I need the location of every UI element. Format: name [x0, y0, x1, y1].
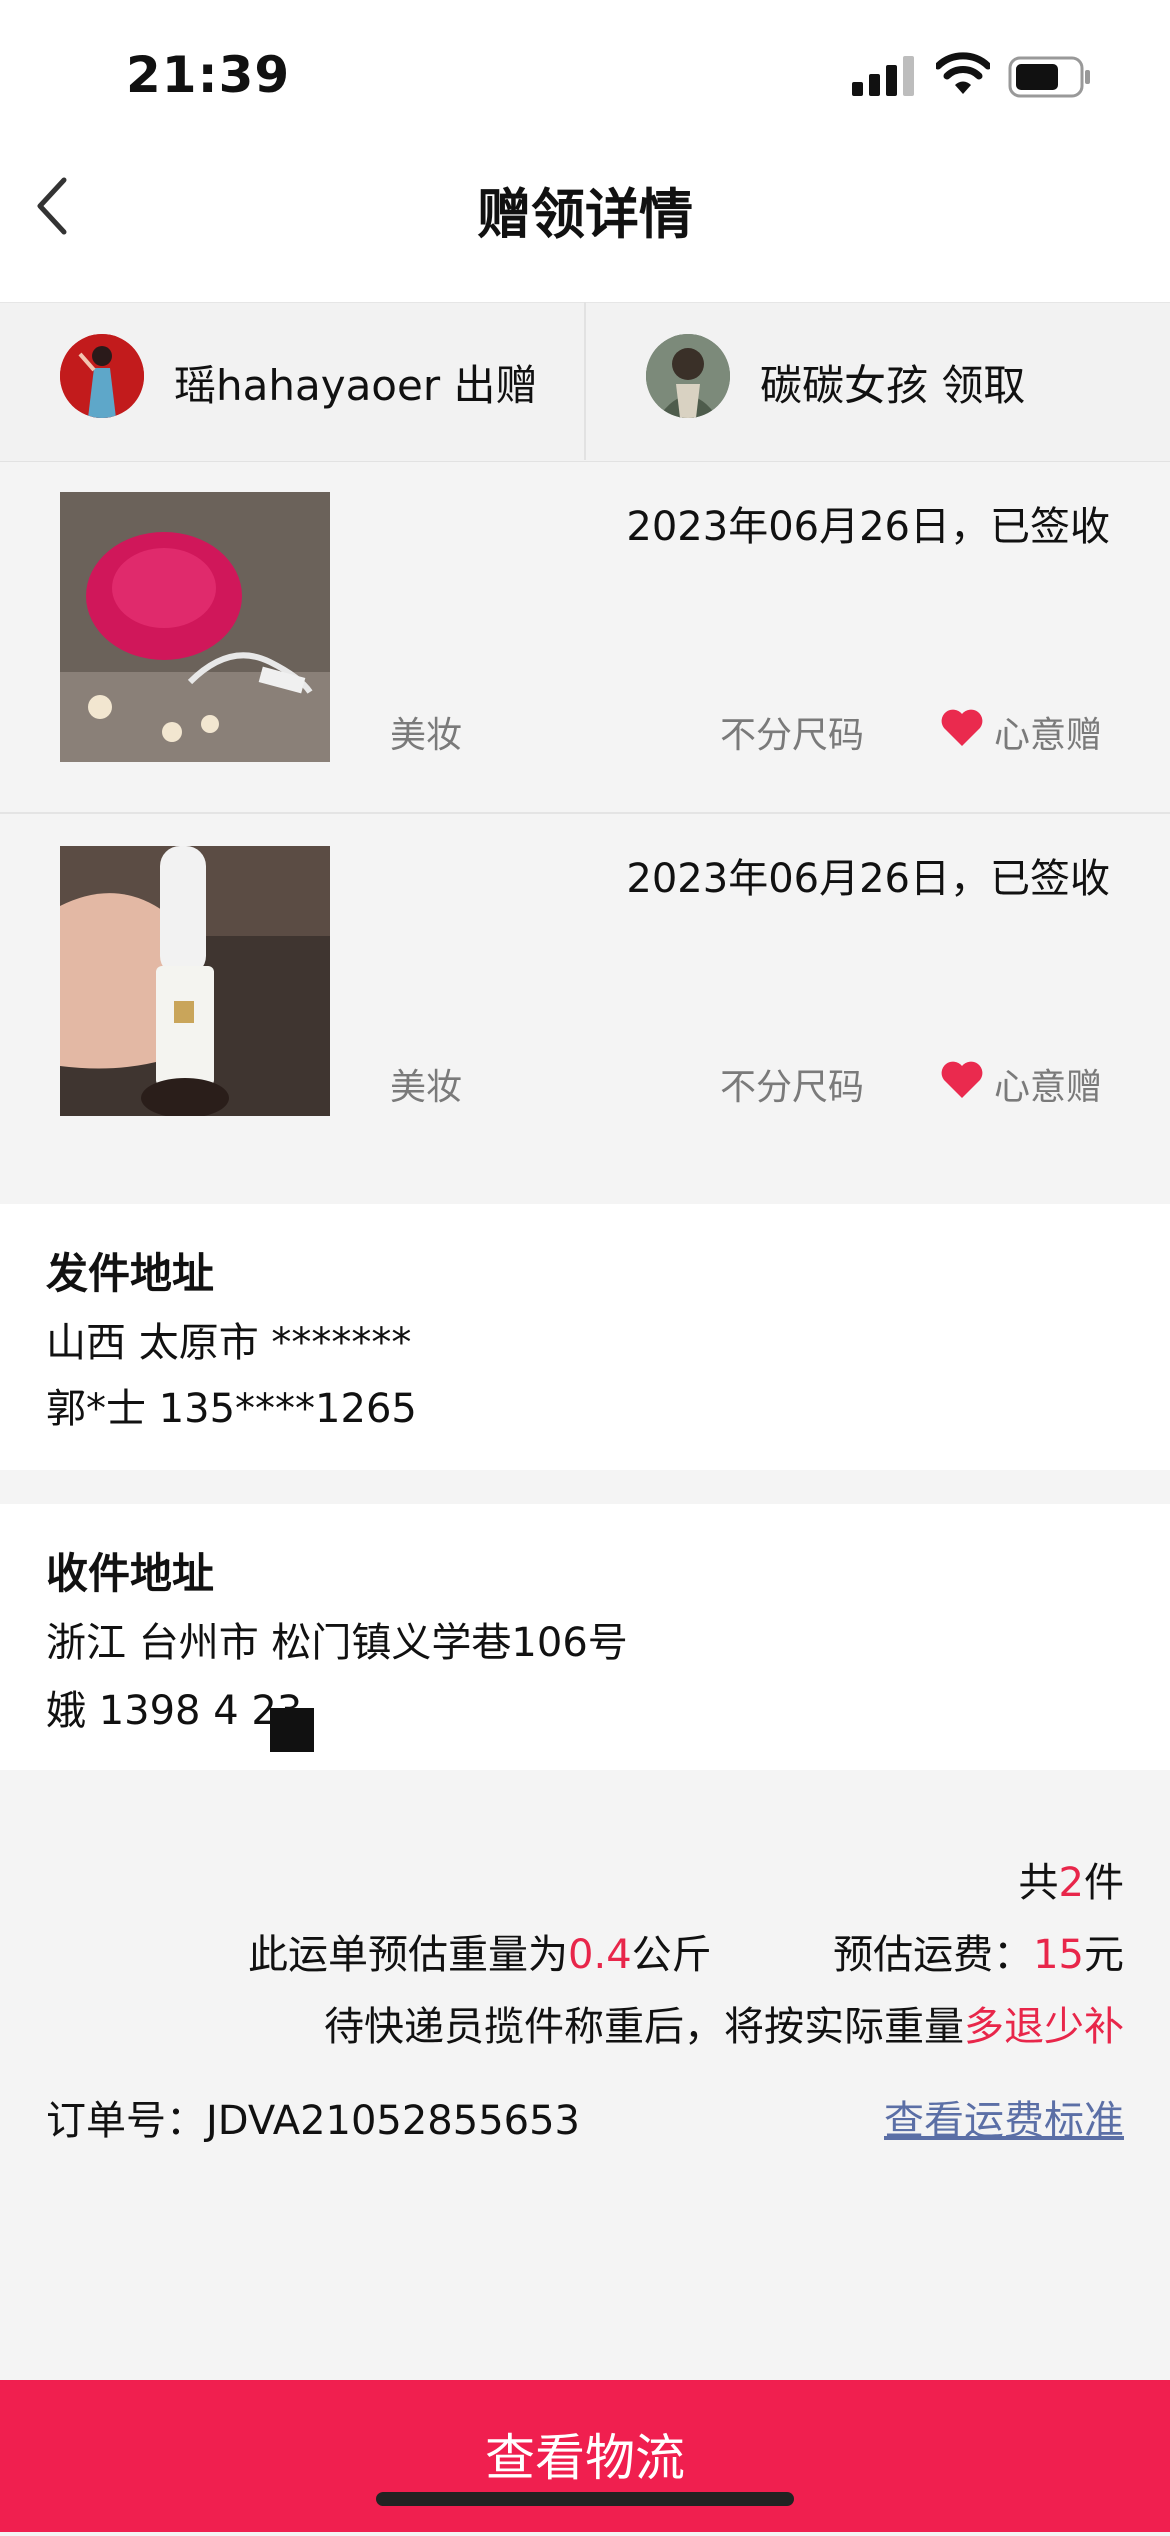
- item-thumbnail[interactable]: [60, 846, 330, 1116]
- sender-address: 山西 太原市 *******: [46, 1320, 412, 1366]
- item-count: 共2件: [1019, 1850, 1124, 1908]
- page-title: 赠领详情: [477, 183, 693, 246]
- giver-label: 瑶hahayaoer 出赠: [174, 352, 538, 413]
- giver-avatar[interactable]: [60, 334, 144, 418]
- giver-name: 瑶hahayaoer: [174, 361, 441, 410]
- divider: [584, 302, 586, 460]
- weigh-note: 待快递员揽件称重后，将按实际重量多退少补: [324, 1994, 1124, 2052]
- heart-icon: [941, 709, 983, 746]
- note-highlight: 多退少补: [964, 2004, 1124, 2050]
- weight-value: 0.4: [568, 1932, 632, 1978]
- home-indicator: [376, 2492, 794, 2506]
- item-category: 美妆: [390, 1067, 463, 1108]
- item-gift-type: 心意赠: [994, 715, 1103, 756]
- giver-action: 出赠: [453, 361, 538, 410]
- order-label: 订单号：: [46, 2098, 206, 2144]
- view-logistics-button[interactable]: 查看物流: [0, 2380, 1170, 2532]
- item-date-status: 2023年06月26日，已签收: [626, 856, 1110, 902]
- receiver-title: 收件地址: [46, 1549, 215, 1598]
- weight-prefix: 此运单预估重量为: [248, 1932, 569, 1978]
- sender-contact: 郭*士 135****1265: [46, 1386, 417, 1432]
- status-time: 21:39: [126, 46, 291, 104]
- receiver-avatar[interactable]: [646, 334, 730, 418]
- wifi-icon: [936, 52, 990, 94]
- redaction-mark: [270, 1708, 314, 1752]
- sender-title: 发件地址: [46, 1249, 215, 1298]
- order-value: JDVA21052855653: [206, 2098, 581, 2144]
- receiver-name: 碳碳女孩: [760, 361, 929, 410]
- order-number: 订单号：JDVA21052855653: [46, 2088, 580, 2146]
- item-category: 美妆: [390, 715, 463, 756]
- fee-standard-link[interactable]: 查看运费标准: [884, 2088, 1124, 2146]
- heart-icon: [941, 1061, 983, 1098]
- count-suffix: 件: [1084, 1860, 1124, 1906]
- cellular-signal-icon: [852, 56, 914, 96]
- receiver-address: 浙江 台州市 松门镇义学巷106号: [46, 1620, 628, 1666]
- item-thumbnail[interactable]: [60, 492, 330, 762]
- item-gift-type: 心意赠: [994, 1067, 1103, 1108]
- receiver-contact: 娥 1398 4 23: [46, 1688, 303, 1734]
- count-prefix: 共: [1018, 1860, 1059, 1906]
- weight-fee-line: 此运单预估重量为0.4公斤 预估运费：15元: [248, 1922, 1124, 1980]
- note-prefix: 待快递员揽件称重后，将按实际重量: [324, 2004, 964, 2050]
- battery-icon: [1008, 56, 1090, 98]
- fee-value: 15: [1033, 1932, 1084, 1978]
- count-value: 2: [1058, 1860, 1084, 1906]
- item-size: 不分尺码: [720, 1067, 865, 1108]
- item-size: 不分尺码: [720, 715, 865, 756]
- fee-suffix: 元: [1084, 1932, 1124, 1978]
- weight-suffix: 公斤: [631, 1932, 712, 1978]
- item-date-status: 2023年06月26日，已签收: [626, 504, 1110, 550]
- fee-prefix: 预估运费：: [833, 1932, 1034, 1978]
- receiver-action: 领取: [941, 361, 1026, 410]
- receiver-label: 碳碳女孩 领取: [760, 352, 1025, 413]
